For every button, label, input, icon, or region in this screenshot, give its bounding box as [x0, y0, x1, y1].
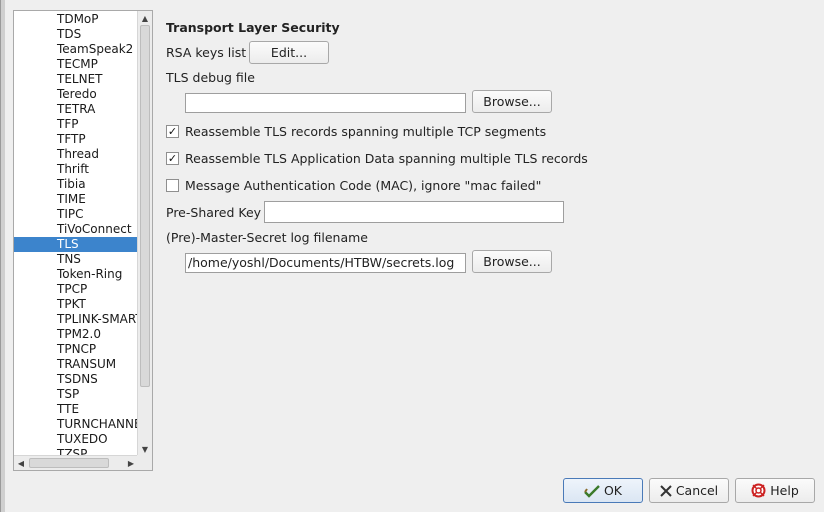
tree-item[interactable]: TELNET	[14, 72, 138, 87]
tree-item[interactable]: TeamSpeak2	[14, 42, 138, 57]
tree-item[interactable]: TRANSUM	[14, 357, 138, 372]
tree-item[interactable]: Teredo	[14, 87, 138, 102]
tree-item[interactable]: TSP	[14, 387, 138, 402]
tree-item[interactable]: Tibia	[14, 177, 138, 192]
help-button[interactable]: Help	[735, 478, 815, 503]
debug-file-input[interactable]	[185, 93, 466, 113]
debug-file-label: TLS debug file	[166, 70, 255, 85]
browse-debug-file-button[interactable]: Browse...	[472, 90, 552, 113]
tree-horizontal-scroll-thumb[interactable]	[29, 458, 109, 468]
tree-item[interactable]: TUXEDO	[14, 432, 138, 447]
reassemble-records-row[interactable]: ✓ Reassemble TLS records spanning multip…	[166, 124, 546, 139]
tree-item[interactable]: Thrift	[14, 162, 138, 177]
reassemble-appdata-label: Reassemble TLS Application Data spanning…	[185, 151, 588, 166]
tree-item[interactable]: TLS	[14, 237, 138, 252]
scroll-down-icon[interactable]: ▼	[138, 442, 152, 456]
tree-item[interactable]: TDS	[14, 27, 138, 42]
help-label: Help	[770, 483, 799, 498]
scroll-corner	[137, 455, 152, 470]
tree-item[interactable]: TDMoP	[14, 12, 138, 27]
tree-item[interactable]: TSDNS	[14, 372, 138, 387]
reassemble-records-checkbox[interactable]: ✓	[166, 125, 179, 138]
tree-item[interactable]: TURNCHANNEL	[14, 417, 138, 432]
tree-item[interactable]: Thread	[14, 147, 138, 162]
protocol-list[interactable]: TDMoP TDS TeamSpeak2 TECMP TELNET Teredo TETRA…	[14, 11, 138, 456]
tree-item[interactable]: TETRA	[14, 102, 138, 117]
reassemble-records-label: Reassemble TLS records spanning multiple…	[185, 124, 547, 139]
browse-master-secret-button[interactable]: Browse...	[472, 250, 552, 273]
scroll-left-icon[interactable]: ◀	[14, 456, 28, 470]
tree-item[interactable]: TIME	[14, 192, 138, 207]
cancel-button[interactable]: Cancel	[649, 478, 729, 503]
tree-item[interactable]: TiVoConnect	[14, 222, 138, 237]
protocol-tree[interactable]: TDMoP TDS TeamSpeak2 TECMP TELNET Teredo TETRA…	[13, 10, 153, 471]
scroll-right-icon[interactable]: ▶	[124, 456, 138, 470]
help-lifebuoy-icon	[751, 483, 766, 498]
edit-rsa-keys-button[interactable]: Edit...	[249, 41, 329, 64]
tree-item[interactable]: TFP	[14, 117, 138, 132]
ok-label: OK	[603, 483, 623, 498]
rsa-keys-label: RSA keys list	[166, 45, 247, 60]
ok-checkmark-icon	[584, 484, 600, 498]
tree-horizontal-scrollbar[interactable]: ◀ ▶	[14, 455, 138, 470]
cancel-label: Cancel	[675, 483, 719, 498]
left-window-edge	[1, 0, 5, 512]
tree-item[interactable]: TPCP	[14, 282, 138, 297]
tree-item[interactable]: TIPC	[14, 207, 138, 222]
cancel-x-icon	[660, 484, 672, 497]
ok-button[interactable]: OK	[563, 478, 643, 503]
master-secret-input[interactable]: /home/yoshl/Documents/HTBW/secrets.log	[185, 253, 466, 273]
tree-vertical-scroll-thumb[interactable]	[140, 25, 150, 387]
reassemble-appdata-row[interactable]: ✓ Reassemble TLS Application Data spanni…	[166, 151, 588, 166]
tree-item[interactable]: TECMP	[14, 57, 138, 72]
mac-ignore-label: Message Authentication Code (MAC), ignor…	[185, 178, 542, 193]
tree-item[interactable]: TPKT	[14, 297, 138, 312]
tree-item[interactable]: TTE	[14, 402, 138, 417]
mac-ignore-row[interactable]: Message Authentication Code (MAC), ignor…	[166, 178, 541, 193]
tree-item[interactable]: TPM2.0	[14, 327, 138, 342]
preferences-dialog: TDMoP TDS TeamSpeak2 TECMP TELNET Teredo TETRA…	[0, 0, 824, 512]
psk-label: Pre-Shared Key	[166, 205, 262, 220]
tree-item[interactable]: TFTP	[14, 132, 138, 147]
scroll-up-icon[interactable]: ▲	[138, 11, 152, 25]
tree-item[interactable]: Token-Ring	[14, 267, 138, 282]
reassemble-appdata-checkbox[interactable]: ✓	[166, 152, 179, 165]
tree-vertical-scrollbar[interactable]: ▲ ▼	[137, 11, 152, 456]
tree-item[interactable]: TPLINK-SMARTHOME	[14, 312, 138, 327]
master-secret-label: (Pre)-Master-Secret log filename	[166, 230, 368, 245]
mac-ignore-checkbox[interactable]	[166, 179, 179, 192]
psk-input[interactable]	[264, 201, 564, 223]
tree-item[interactable]: TNS	[14, 252, 138, 267]
section-title: Transport Layer Security	[166, 20, 340, 35]
tree-item[interactable]: TPNCP	[14, 342, 138, 357]
